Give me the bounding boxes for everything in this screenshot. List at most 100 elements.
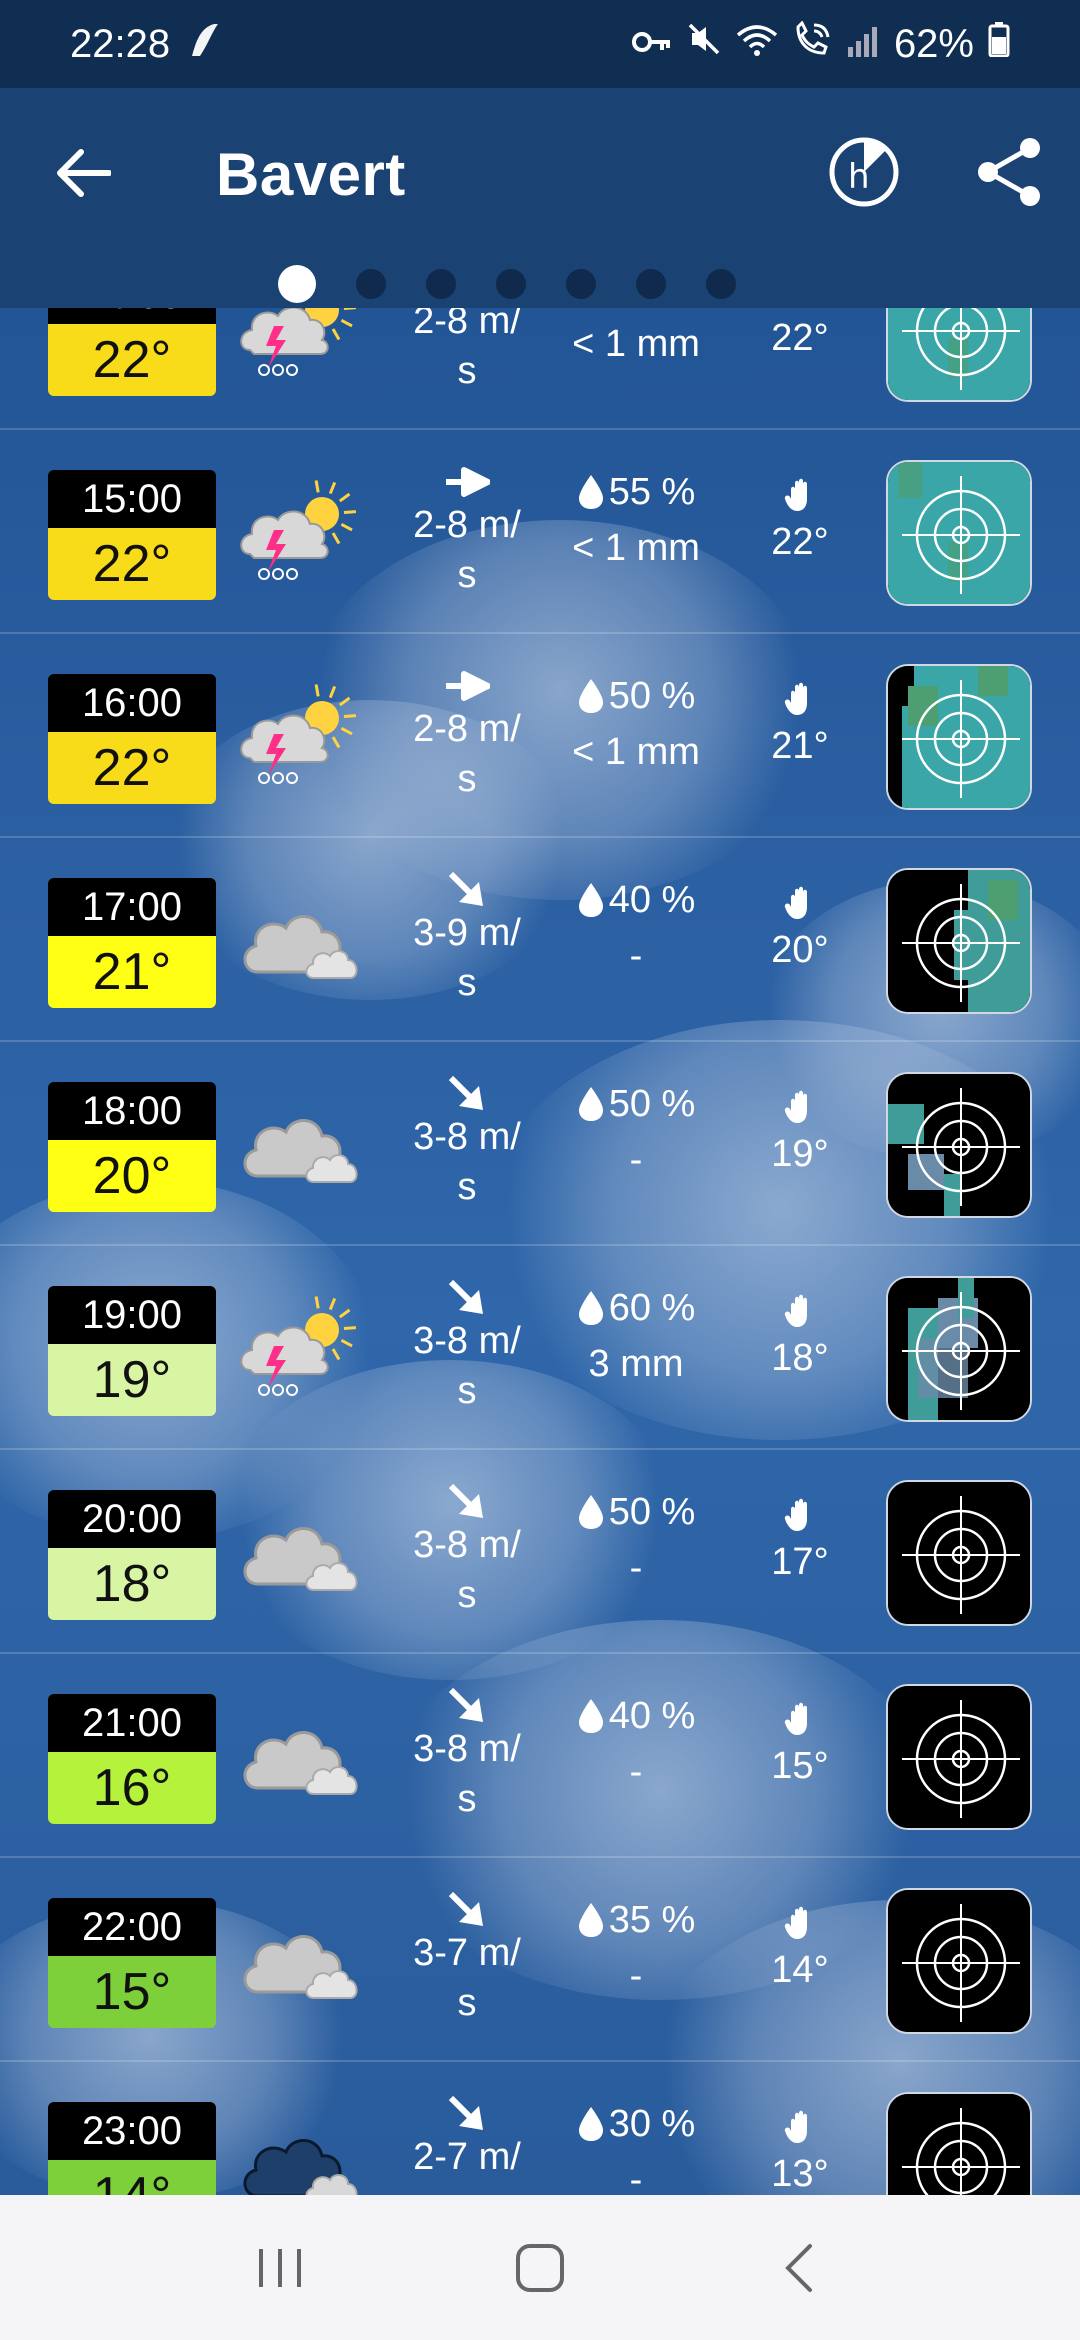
home-button[interactable]: [495, 2223, 585, 2313]
forecast-row[interactable]: 20:00 18° 3-8 m/s 50 % - 17°: [0, 1450, 1080, 1654]
thunder-sun-rain-icon: [236, 1294, 366, 1404]
feels-like-cell: 19°: [750, 1082, 850, 1182]
svg-text:h: h: [848, 157, 870, 197]
forecast-row[interactable]: 15:00 22° 2-8 m/s 55 % < 1 mm 22°: [0, 430, 1080, 634]
raindrop-icon: [578, 475, 603, 509]
cloudy-icon: [236, 1498, 366, 1608]
temperature-label: 15°: [48, 1956, 216, 2028]
battery-percent: 62%: [893, 21, 974, 66]
mute-icon: [686, 21, 722, 67]
feels-like-hand-icon: [784, 1906, 807, 1939]
raindrop-icon: [578, 2107, 603, 2141]
page-dot-4[interactable]: [496, 269, 526, 299]
precip-amount: -: [629, 935, 643, 977]
time-temp-box: 20:00 18°: [48, 1490, 216, 1620]
radar-thumbnail[interactable]: [886, 460, 1032, 606]
precip-cell: 50 % -: [556, 1076, 716, 1188]
precip-amount: < 1 mm: [572, 323, 700, 365]
back-button[interactable]: [48, 138, 118, 208]
radar-thumbnail[interactable]: [886, 1072, 1032, 1218]
wind-speed: 2-8 m/: [413, 504, 521, 546]
recents-button[interactable]: [235, 2223, 325, 2313]
share-button[interactable]: [974, 136, 1046, 208]
page-dot-1[interactable]: [278, 265, 316, 303]
radar-thumbnail[interactable]: [886, 1888, 1032, 2034]
raindrop-icon: [578, 1087, 603, 1121]
feels-like-hand-icon: [784, 1090, 807, 1123]
forecast-row[interactable]: 22:00 15° 3-7 m/s 35 % - 14°: [0, 1858, 1080, 2062]
precip-amount: < 1 mm: [572, 731, 700, 773]
page-dot-5[interactable]: [566, 269, 596, 299]
radar-thumbnail[interactable]: [886, 1480, 1032, 1626]
radar-thumbnail[interactable]: [886, 308, 1032, 402]
raindrop-icon: [578, 1699, 603, 1733]
wind-unit: s: [457, 554, 477, 596]
nav-back-button[interactable]: [755, 2223, 845, 2313]
forecast-row[interactable]: 14:0022°2-8 m/s60 %< 1 mm22°: [0, 308, 1080, 430]
precip-cell: 60 % 3 mm: [556, 1280, 716, 1392]
feels-like-cell: 22°: [750, 308, 850, 366]
forecast-row[interactable]: 19:00 19° 3-8 m/s 60 % 3 mm 18°: [0, 1246, 1080, 1450]
page-dot-2[interactable]: [356, 269, 386, 299]
page-dot-7[interactable]: [706, 269, 736, 299]
wind-southeast-arrow-icon: [448, 2095, 483, 2130]
thunder-sun-rain-icon: [236, 308, 366, 384]
temperature-label: 18°: [48, 1548, 216, 1620]
radar-thumbnail[interactable]: [886, 664, 1032, 810]
wind-cell: 2-8 m/s: [396, 308, 538, 396]
wind-unit: s: [457, 350, 477, 392]
cloudy-icon: [236, 1906, 366, 2016]
feels-like-hand-icon: [784, 2110, 807, 2143]
raindrop-icon: [578, 1291, 603, 1325]
hour-label: 18:00: [48, 1082, 216, 1140]
status-bar: 22:28 62%: [0, 0, 1080, 88]
page-dot-6[interactable]: [636, 269, 666, 299]
radar-thumbnail[interactable]: [886, 868, 1032, 1014]
precip-cell: 55 % < 1 mm: [556, 464, 716, 576]
wind-unit: s: [457, 962, 477, 1004]
radar-thumbnail[interactable]: [886, 2092, 1032, 2195]
page-title: Bavert: [216, 141, 406, 208]
wifi-call-icon: [792, 20, 832, 67]
hour-label: 20:00: [48, 1490, 216, 1548]
precip-amount: -: [629, 1751, 643, 1793]
wind-unit: s: [457, 1982, 477, 2024]
feels-like-hand-icon: [784, 1294, 807, 1327]
feels-like-cell: 17°: [750, 1490, 850, 1590]
share-icon: [978, 138, 1040, 206]
wind-unit: s: [396, 2182, 538, 2195]
forecast-row[interactable]: 16:00 22° 2-8 m/s 50 % < 1 mm 21°: [0, 634, 1080, 838]
wind-cell: 2-7 m/s: [396, 2095, 538, 2195]
temperature-label: 21°: [48, 936, 216, 1008]
radar-thumbnail[interactable]: [886, 1684, 1032, 1830]
feels-like-cell: 14°: [750, 1898, 850, 1998]
wind-speed: 3-8 m/: [413, 1524, 521, 1566]
hourly-forecast-list[interactable]: 14:0022°2-8 m/s60 %< 1 mm22°15:0022°2-8 …: [0, 308, 1080, 2195]
forecast-row[interactable]: 18:00 20° 3-8 m/s 50 % - 19°: [0, 1042, 1080, 1246]
feels-like-cell: 15°: [750, 1694, 850, 1794]
page-dot-3[interactable]: [426, 269, 456, 299]
page-indicator[interactable]: [0, 264, 1080, 304]
wind-speed: 3-8 m/: [413, 1320, 521, 1362]
precip-probability: 35 %: [608, 1899, 696, 1941]
time-temp-box: 22:00 15°: [48, 1898, 216, 2028]
app-notification-icon: [186, 22, 220, 67]
hour-label: 22:00: [48, 1898, 216, 1956]
wind-cell: 3-7 m/s: [396, 1891, 538, 2028]
precip-amount: < 1 mm: [572, 527, 700, 569]
wind-southeast-arrow-icon: [448, 1483, 483, 1518]
precip-probability: 50 %: [608, 1083, 696, 1125]
hour-label: 17:00: [48, 878, 216, 936]
history-button[interactable]: h: [826, 134, 902, 210]
precip-probability: 60 %: [608, 1287, 696, 1329]
precip-cell: 50 % < 1 mm: [556, 668, 716, 780]
wind-southeast-arrow-icon: [448, 871, 483, 906]
forecast-row[interactable]: 23:0014° 2-7 m/s 30 % - 13°: [0, 2062, 1080, 2195]
cloudy-icon: [236, 1090, 366, 1200]
radar-thumbnail[interactable]: [886, 1276, 1032, 1422]
precip-probability: 60 %: [609, 308, 696, 316]
time-temp-box: 15:00 22°: [48, 470, 216, 600]
feels-like-hand-icon: [784, 886, 807, 919]
forecast-row[interactable]: 17:00 21° 3-9 m/s 40 % - 20°: [0, 838, 1080, 1042]
forecast-row[interactable]: 21:00 16° 3-8 m/s 40 % - 15°: [0, 1654, 1080, 1858]
